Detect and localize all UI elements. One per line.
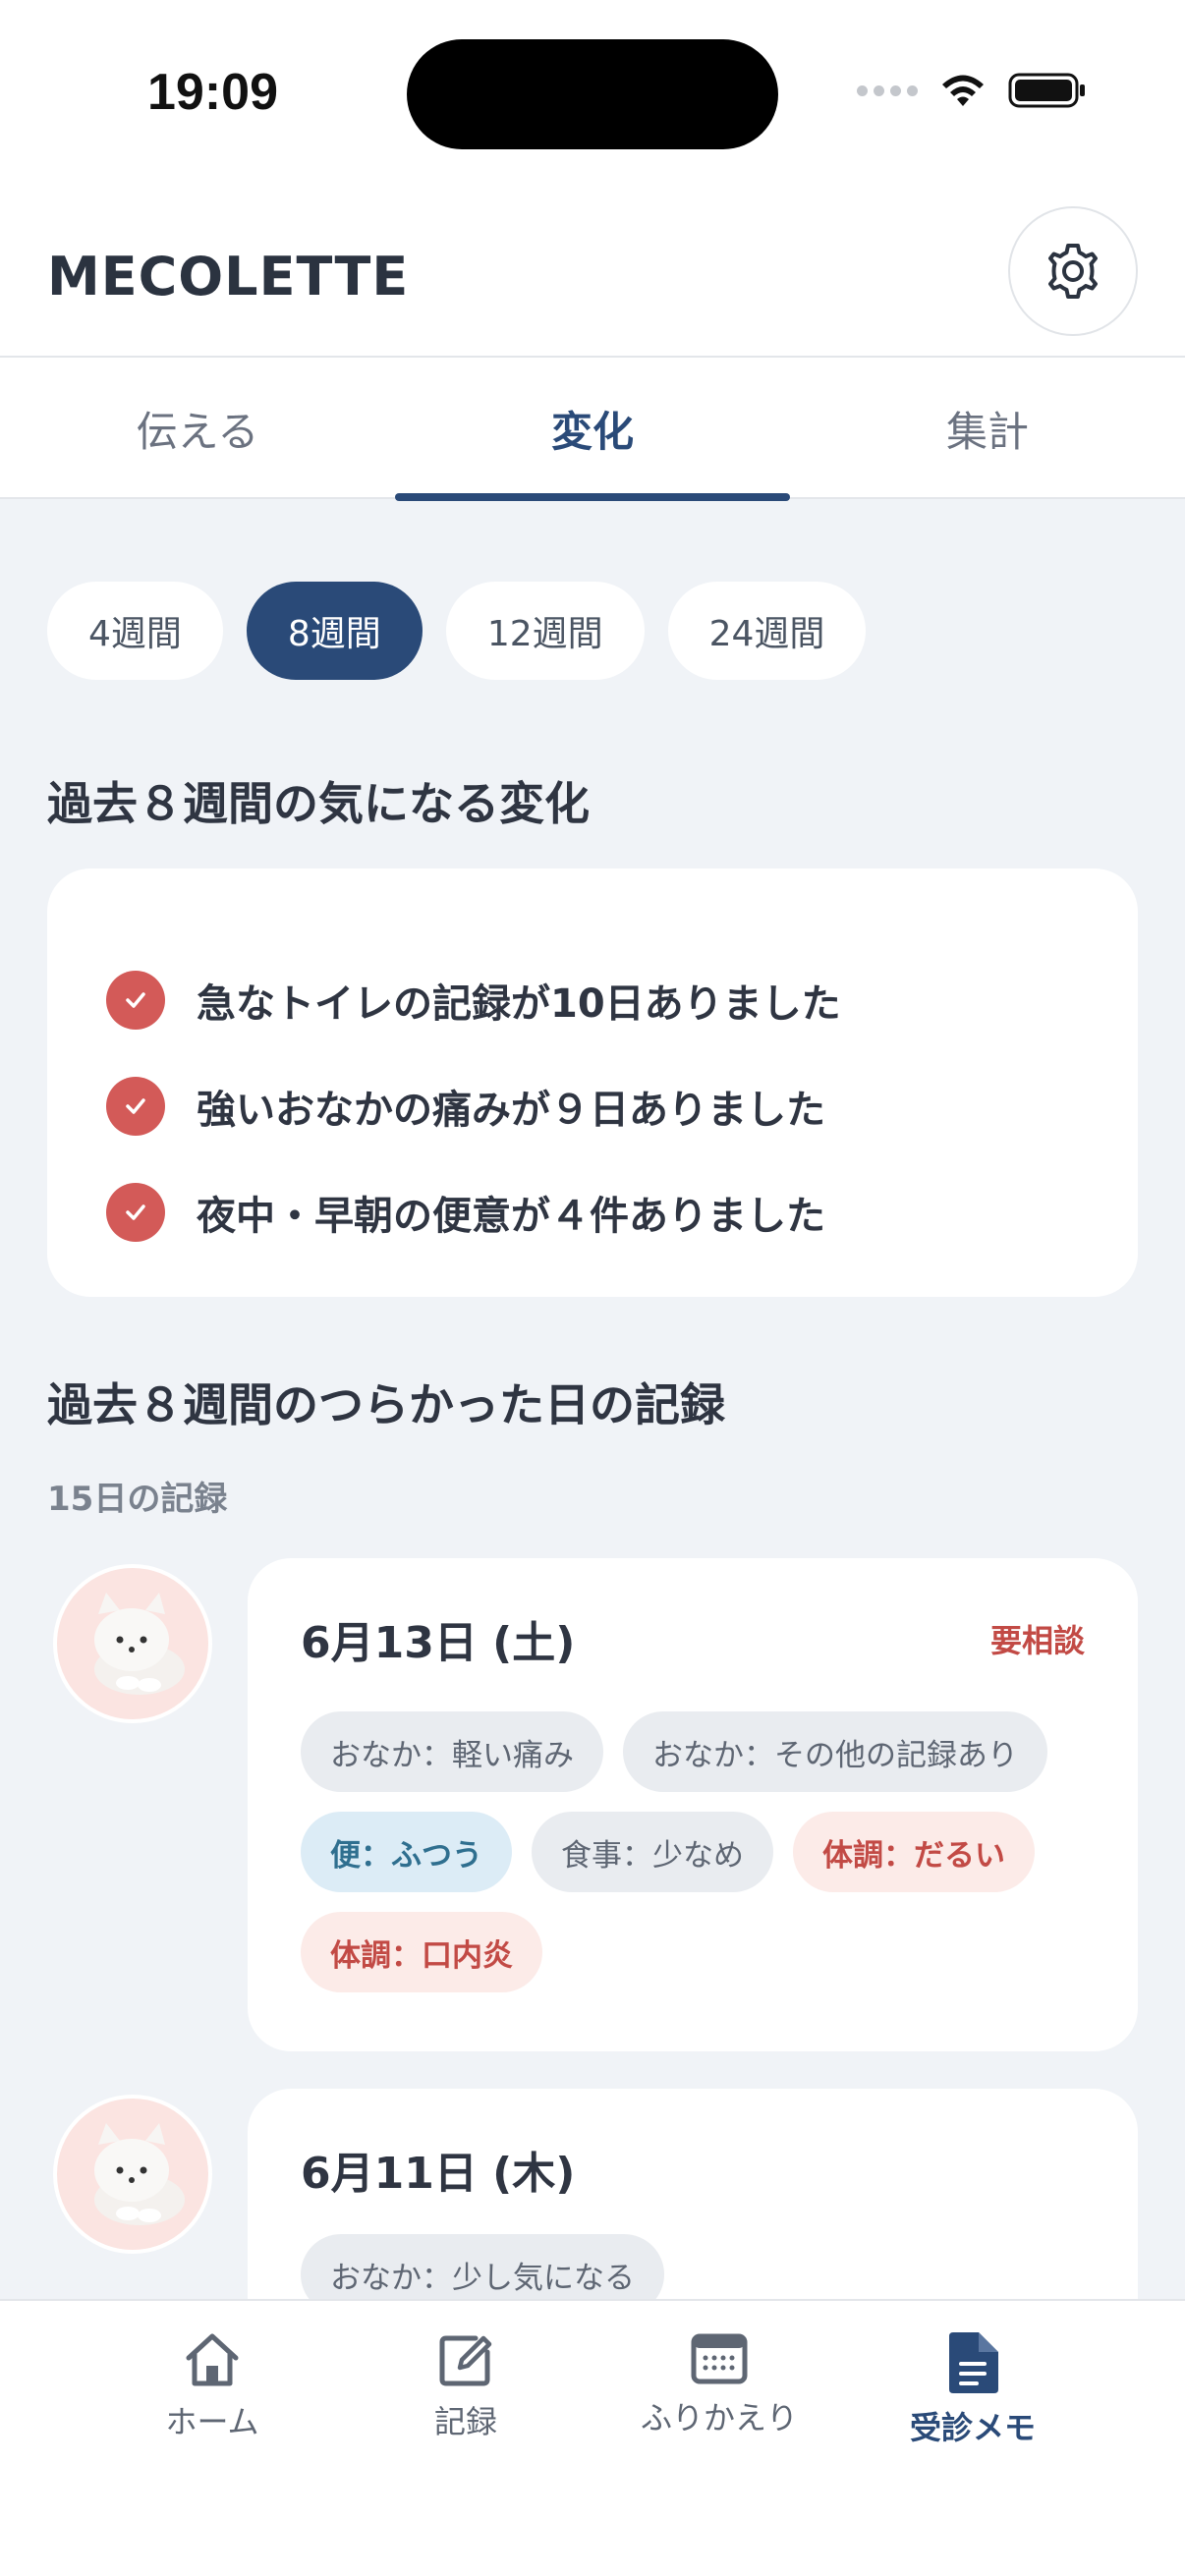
tab-summary[interactable]: 集計 — [790, 358, 1185, 499]
record-tag: 便：ふつう — [301, 1812, 512, 1892]
period-chip-12w[interactable]: 12週間 — [445, 582, 645, 680]
change-text: 夜中・早朝の便意が４件ありました — [197, 1194, 825, 1239]
tab-changes[interactable]: 変化 — [395, 358, 790, 501]
status-icons — [857, 71, 1087, 110]
nav-home[interactable]: ホーム — [114, 2330, 310, 2442]
record-tag: おなか：軽い痛み — [301, 1711, 603, 1792]
records-title: 過去８週間のつらかった日の記録 — [47, 1378, 725, 1431]
record-date: 6月11日 (木) — [301, 2149, 576, 2199]
nav-record[interactable]: 記録 — [367, 2330, 564, 2442]
change-item: 夜中・早朝の便意が４件ありました — [106, 1159, 1138, 1265]
tab-tell[interactable]: 伝える — [0, 358, 395, 499]
period-chip-24w[interactable]: 24週間 — [667, 582, 867, 680]
change-item: 強いおなかの痛みが９日ありました — [106, 1053, 1138, 1159]
changes-title: 過去８週間の気になる変化 — [47, 777, 590, 830]
settings-button[interactable] — [1008, 206, 1138, 336]
nav-label: ホーム — [165, 2403, 259, 2440]
records-count: 15日の記録 — [47, 1480, 228, 1519]
consult-badge: 要相談 — [989, 1622, 1085, 1659]
record-tag: おなか：その他の記録あり — [623, 1711, 1047, 1792]
nav-visit-memo[interactable]: 受診メモ — [875, 2330, 1071, 2448]
record-tag: 体調：口内炎 — [301, 1912, 542, 1992]
status-time: 19:09 — [147, 64, 278, 121]
record-date: 6月13日 (土) — [301, 1618, 576, 1668]
nav-label: ふりかえり — [640, 2399, 798, 2436]
change-text: 強いおなかの痛みが９日ありました — [197, 1088, 825, 1133]
signal-icon — [857, 84, 918, 96]
record-tag: 食事：少なめ — [532, 1812, 773, 1892]
check-icon — [106, 1077, 165, 1136]
home-icon — [186, 2333, 239, 2386]
check-icon — [106, 971, 165, 1030]
period-chip-4w[interactable]: 4週間 — [47, 582, 223, 680]
cat-avatar — [53, 1564, 212, 1723]
change-text: 急なトイレの記録が10日ありました — [197, 981, 841, 1027]
period-selector: 4週間 8週間 12週間 24週間 — [47, 582, 867, 680]
gear-icon — [1048, 244, 1098, 299]
calendar-icon — [691, 2333, 748, 2384]
nav-label: 記録 — [433, 2403, 497, 2440]
status-bar: 19:09 — [0, 0, 1185, 187]
change-item: 急なトイレの記録が10日ありました — [106, 947, 1138, 1053]
edit-icon — [439, 2335, 492, 2386]
record-tag: 体調：だるい — [793, 1812, 1035, 1892]
brand-logo: MECOLETTE — [47, 246, 410, 308]
nav-label: 受診メモ — [909, 2409, 1036, 2446]
record-tags: おなか：軽い痛み おなか：その他の記録あり 便：ふつう 食事：少なめ 体調：だる… — [301, 1711, 1085, 1992]
dynamic-island — [407, 39, 778, 149]
cat-avatar — [53, 2095, 212, 2254]
changes-card: 急なトイレの記録が10日ありました 強いおなかの痛みが９日ありました 夜中・早朝… — [47, 868, 1138, 1297]
tab-bar: 伝える 変化 集計 — [0, 358, 1185, 501]
wifi-icon — [942, 75, 984, 106]
period-chip-8w[interactable]: 8週間 — [246, 582, 423, 680]
check-icon — [106, 1183, 165, 1242]
record-card[interactable]: 6月13日 (土) 要相談 おなか：軽い痛み おなか：その他の記録あり 便：ふつ… — [248, 1558, 1138, 2051]
battery-icon — [1008, 73, 1085, 108]
app-header: MECOLETTE — [0, 187, 1185, 358]
document-icon — [949, 2332, 998, 2393]
nav-review[interactable]: ふりかえり — [621, 2330, 818, 2438]
cat-icon — [94, 1593, 185, 1695]
cat-icon — [94, 2123, 185, 2225]
bottom-navigation: ホーム 記録 ふりかえり 受診メモ — [0, 2299, 1185, 2576]
